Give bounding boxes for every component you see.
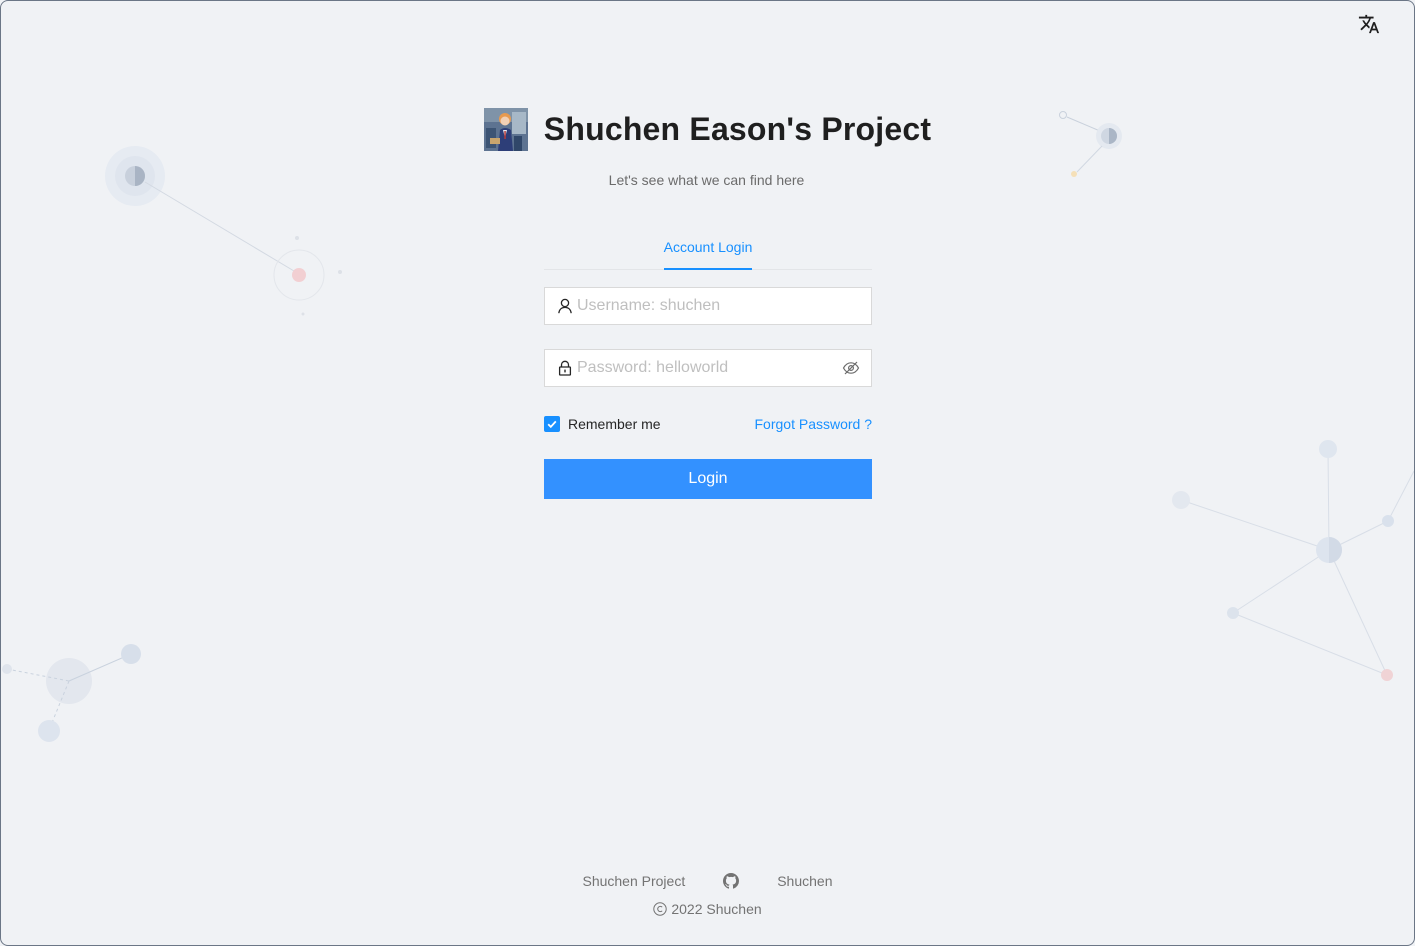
login-options: Remember me Forgot Password ? bbox=[544, 413, 872, 435]
footer-link-author[interactable]: Shuchen bbox=[777, 873, 832, 889]
app-window: Shuchen Eason's Project Let's see what w… bbox=[0, 0, 1415, 946]
tab-account-login[interactable]: Account Login bbox=[663, 229, 752, 270]
lock-icon bbox=[558, 360, 572, 376]
copyright: 2022 Shuchen bbox=[1, 901, 1414, 917]
copyright-text: 2022 Shuchen bbox=[671, 901, 762, 917]
login-form: Account Login Username: shuchen Remember… bbox=[544, 229, 872, 499]
checkbox-checked-icon[interactable] bbox=[544, 416, 560, 432]
translate-icon[interactable] bbox=[1358, 13, 1380, 35]
username-input[interactable] bbox=[573, 288, 871, 324]
remember-me-label[interactable]: Remember me bbox=[568, 416, 661, 432]
github-icon[interactable] bbox=[723, 873, 740, 889]
eye-invisible-icon[interactable] bbox=[842, 359, 860, 377]
page-title: Shuchen Eason's Project bbox=[543, 110, 932, 147]
username-field[interactable] bbox=[544, 287, 872, 325]
page-subtitle: Let's see what we can find here bbox=[608, 172, 805, 188]
page-header: Shuchen Eason's Project Let's see what w… bbox=[1, 107, 1414, 188]
title-row: Shuchen Eason's Project bbox=[1, 107, 1414, 151]
project-logo bbox=[483, 107, 528, 151]
footer-links: Shuchen Project Shuchen bbox=[1, 871, 1414, 891]
user-icon bbox=[558, 298, 572, 314]
login-button[interactable]: Login bbox=[544, 459, 872, 499]
forgot-password-link[interactable]: Forgot Password ? bbox=[755, 416, 873, 432]
page-footer: Shuchen Project Shuchen 2022 Shuchen bbox=[1, 871, 1414, 917]
password-input[interactable] bbox=[573, 350, 842, 386]
copyright-icon bbox=[653, 902, 668, 916]
login-tabs: Account Login bbox=[544, 229, 872, 270]
password-field[interactable] bbox=[544, 349, 872, 387]
remember-me-checkbox[interactable]: Remember me bbox=[544, 416, 661, 432]
footer-link-project[interactable]: Shuchen Project bbox=[582, 873, 685, 889]
